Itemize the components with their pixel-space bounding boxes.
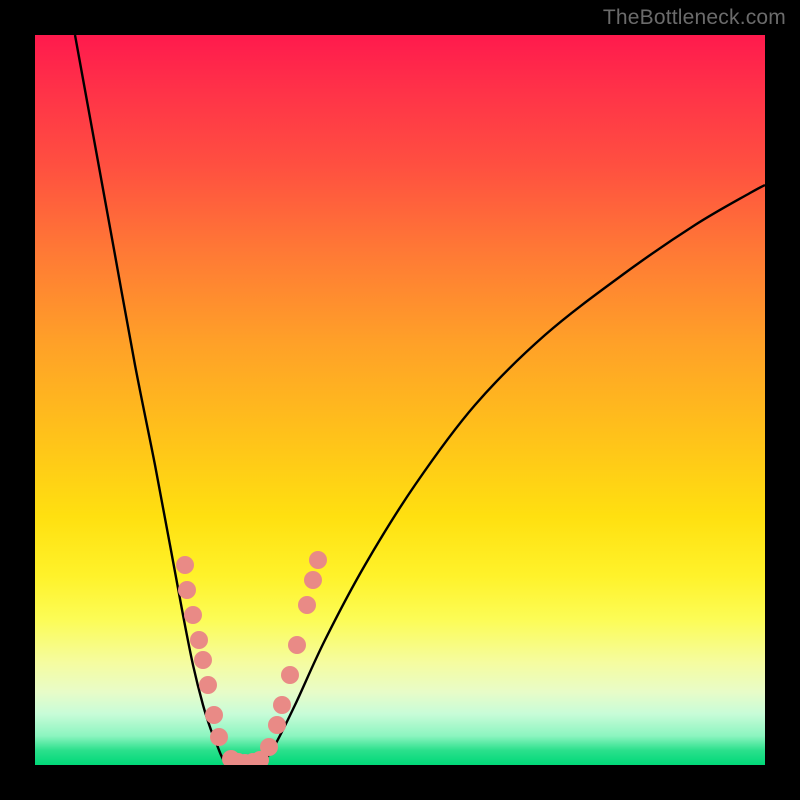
outer-frame: TheBottleneck.com bbox=[0, 0, 800, 800]
marker-dot bbox=[260, 738, 278, 756]
marker-dot bbox=[190, 631, 208, 649]
marker-dot bbox=[309, 551, 327, 569]
marker-dot bbox=[176, 556, 194, 574]
marker-dot bbox=[288, 636, 306, 654]
marker-dot bbox=[178, 581, 196, 599]
watermark-text: TheBottleneck.com bbox=[603, 6, 786, 30]
chart-svg bbox=[35, 35, 765, 765]
v-curve-path bbox=[75, 35, 765, 765]
plot-area bbox=[35, 35, 765, 765]
marker-dot bbox=[273, 696, 291, 714]
marker-dot bbox=[210, 728, 228, 746]
bottleneck-curve bbox=[75, 35, 765, 765]
marker-dot bbox=[184, 606, 202, 624]
marker-dot bbox=[298, 596, 316, 614]
marker-dot bbox=[304, 571, 322, 589]
marker-dot bbox=[194, 651, 212, 669]
marker-dot bbox=[199, 676, 217, 694]
marker-dot bbox=[205, 706, 223, 724]
marker-dots bbox=[176, 551, 327, 765]
marker-dot bbox=[268, 716, 286, 734]
marker-dot bbox=[281, 666, 299, 684]
